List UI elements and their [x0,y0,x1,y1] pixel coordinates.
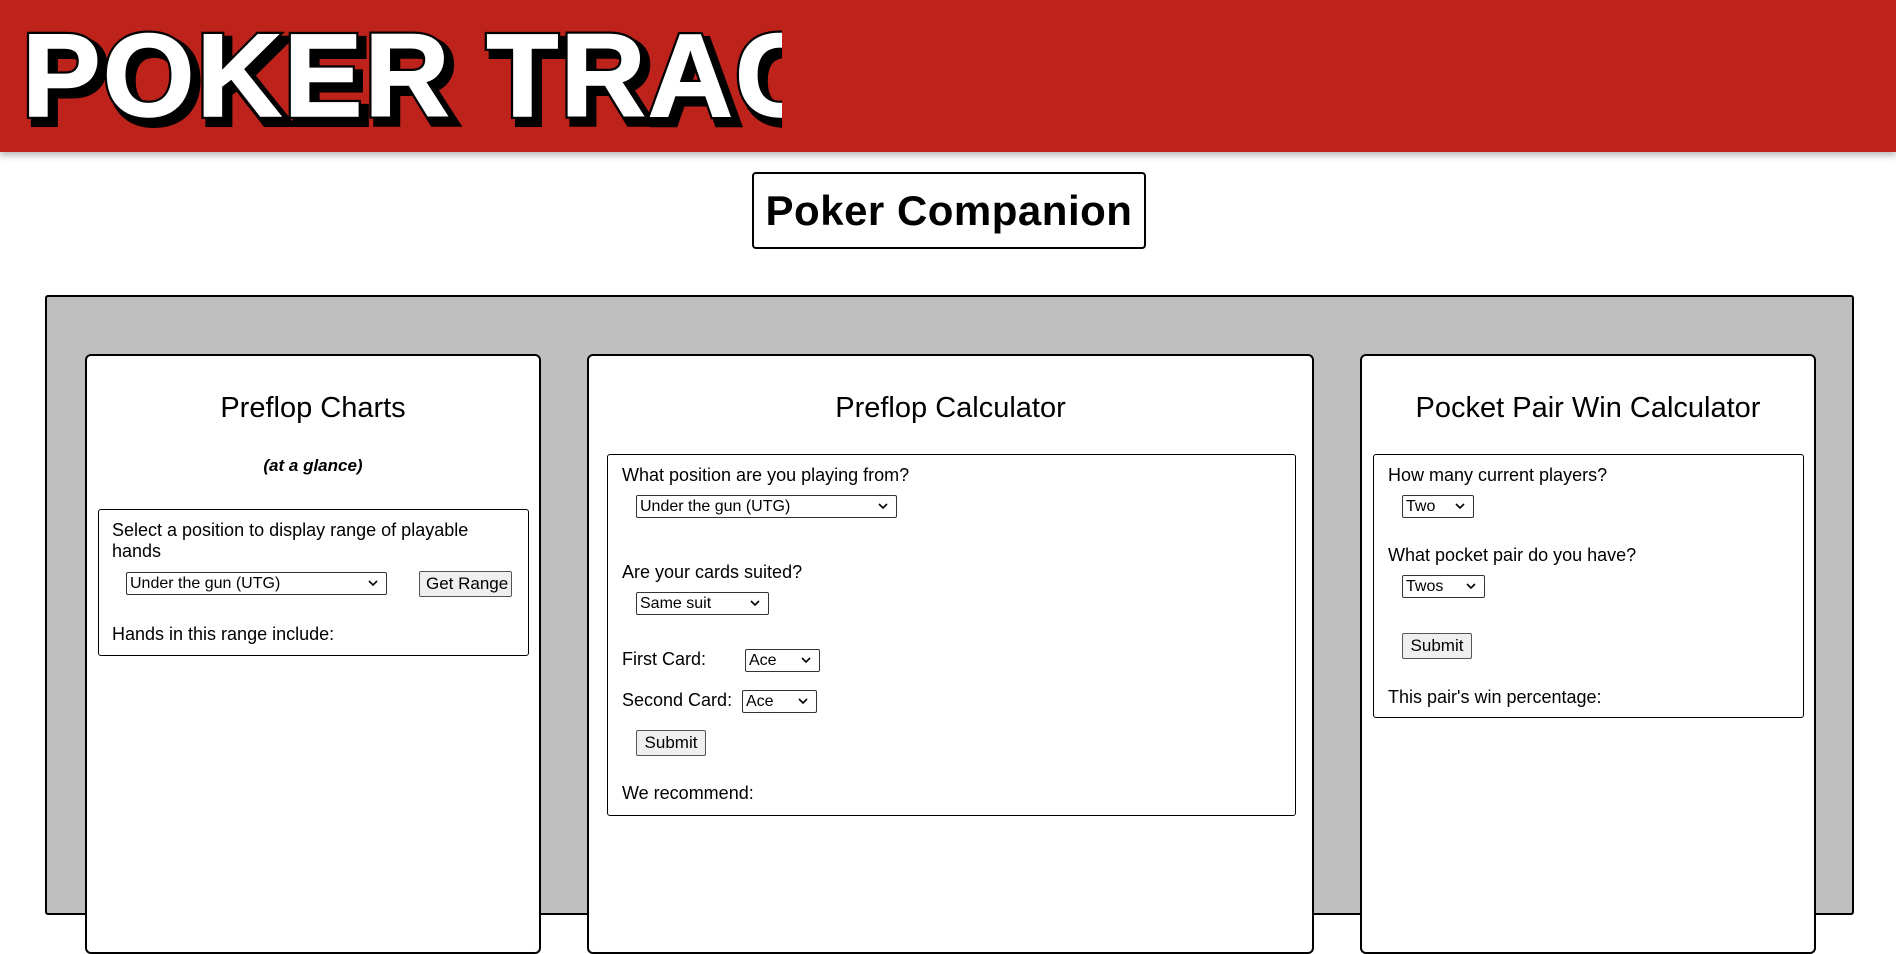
first-card-select[interactable]: Ace [745,649,820,672]
suited-value: Same suit [640,595,712,612]
logo-wordmark: POKER TRACKER POKER TRACKER POKER TRACKE… [19,7,1086,153]
site-header: POKER TRACKER POKER TRACKER POKER TRACKE… [0,0,1896,153]
chevron-down-icon [1455,503,1465,510]
page-title: Poker Companion [765,186,1133,234]
first-card-value: Ace [749,652,777,669]
chevron-down-icon [1466,583,1476,590]
players-question: How many current players? [1388,465,1608,485]
pair-value: Twos [1406,578,1444,595]
preflop-calculator-card: Preflop Calculator What position are you… [587,354,1314,954]
pocket-pair-form: How many current players? Two What pocke… [1373,454,1804,718]
range-position-select[interactable]: Under the gun (UTG) [126,572,387,595]
calculator-position-select[interactable]: Under the gun (UTG) [636,495,897,518]
chevron-down-icon [801,657,811,664]
pocket-pair-title: Pocket Pair Win Calculator [1415,392,1761,424]
suited-question: Are your cards suited? [622,562,803,582]
chevron-down-icon [798,698,808,705]
logo-inline-text: POKER TRACKER [22,14,782,134]
calculator-position-value: Under the gun (UTG) [640,498,791,515]
page-title-box: Poker Companion [752,172,1146,249]
range-prompt: Select a position to display range of pl… [112,520,469,561]
pair-question: What pocket pair do you have? [1388,545,1637,565]
range-position-value: Under the gun (UTG) [130,575,281,592]
range-result-label: Hands in this range include: [112,624,335,644]
players-value: Two [1406,498,1436,515]
pocket-pair-submit-button[interactable]: Submit [1402,633,1472,659]
preflop-charts-title: Preflop Charts [220,392,406,424]
poker-tracker-logo[interactable]: POKER TRACKER POKER TRACKER POKER TRACKE… [19,7,1086,153]
chevron-down-icon [368,580,378,587]
second-card-label: Second Card: [622,690,733,710]
preflop-charts-subtitle: (at a glance) [263,456,363,475]
recommendation-label: We recommend: [622,783,754,803]
first-card-label: First Card: [622,649,707,669]
range-form: Select a position to display range of pl… [98,509,529,656]
preflop-calculator-title: Preflop Calculator [835,392,1066,424]
players-select[interactable]: Two [1402,495,1474,518]
pocket-pair-card: Pocket Pair Win Calculator How many curr… [1360,354,1816,954]
position-question: What position are you playing from? [622,465,910,485]
chevron-down-icon [878,503,888,510]
calculator-submit-button[interactable]: Submit [636,730,706,756]
second-card-select[interactable]: Ace [742,690,817,713]
preflop-calculator-form: What position are you playing from? Unde… [607,454,1296,816]
tools-panel: Preflop Charts (at a glance) Select a po… [45,295,1854,954]
pair-select[interactable]: Twos [1402,575,1485,598]
suited-select[interactable]: Same suit [636,592,769,615]
second-card-value: Ace [746,693,774,710]
win-percentage-label: This pair's win percentage: [1388,687,1602,707]
get-range-button[interactable]: Get Range [419,571,512,597]
chevron-down-icon [750,600,760,607]
preflop-charts-card: Preflop Charts (at a glance) Select a po… [85,354,541,954]
